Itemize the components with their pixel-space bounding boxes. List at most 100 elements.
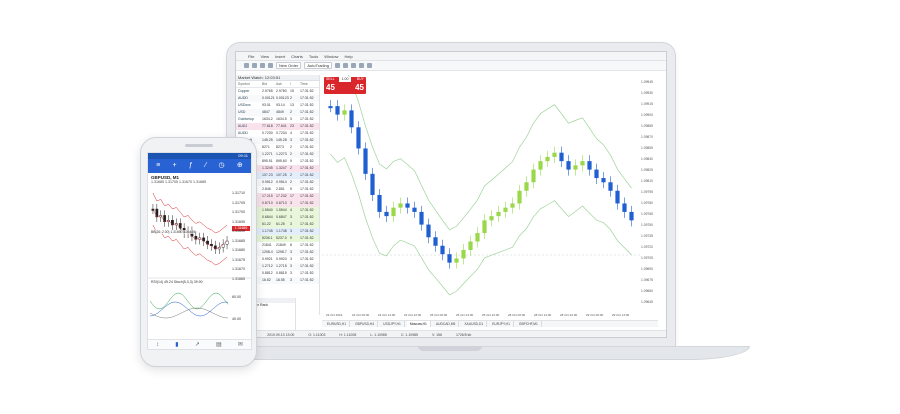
chart-tab-bar: EURUSD,H1 GBPUSD,H4 USDJPY,H1 Moscow,H1 AUDC… <box>322 320 658 327</box>
menu-file[interactable]: File <box>248 52 254 61</box>
chart-tab[interactable]: AUDCAD,M5 <box>433 321 460 327</box>
zoom-out-icon[interactable] <box>367 63 372 68</box>
messages-tab-icon[interactable]: ✉ <box>238 340 243 350</box>
phone: 09:11 ≡ + ƒ ⁄ ◷ ⊕ GBPUSD, M1 1.31685 1.3… <box>140 137 257 367</box>
col-symbol[interactable]: Symbol <box>238 81 262 88</box>
menu-insert[interactable]: Insert <box>275 52 285 61</box>
col-spread[interactable]: ! <box>290 81 300 88</box>
menu-tools[interactable]: Tools <box>309 52 318 61</box>
cell-spread: 17 <box>290 194 294 198</box>
cell-spread: 3 <box>290 138 292 142</box>
cell-ask: 0.8713 <box>276 201 287 205</box>
cell-bid: 0.8812 <box>262 271 273 275</box>
cell-ask: 1.1748 <box>276 229 287 233</box>
cell-time: 17:31:52 <box>300 103 314 107</box>
col-ask[interactable]: Ask <box>276 81 290 88</box>
cell-time: 17:31:52 <box>300 89 314 93</box>
bar-chart-icon[interactable] <box>335 63 340 68</box>
candle-body <box>363 148 368 174</box>
new-chart-icon[interactable] <box>244 63 249 68</box>
col-bid[interactable]: Bid <box>262 81 276 88</box>
sell-label[interactable]: SELL <box>326 77 335 82</box>
profiles-icon[interactable] <box>252 63 257 68</box>
market-watch-row[interactable]: AUDJ 77.618 77.641 23 17:31:52 <box>236 123 319 130</box>
menu-help[interactable]: Help <box>344 52 352 61</box>
chart-tab-icon[interactable]: ▮ <box>175 340 178 350</box>
candle-body <box>356 127 361 149</box>
time-axis-label: 24 Oct 22:00 <box>404 313 422 317</box>
bands-label: BB(20, 2.00) 1.31690 1.31675 <box>151 230 196 234</box>
col-time[interactable]: Time <box>300 81 314 88</box>
cell-spread: 9 <box>290 236 292 240</box>
cell-symbol: Goldvelop <box>238 117 254 121</box>
zoom-in-icon[interactable] <box>359 63 364 68</box>
candle-body <box>615 190 620 204</box>
upper-band <box>347 75 632 231</box>
crosshair-icon[interactable]: + <box>173 159 177 173</box>
price-axis-label: 1.09720 <box>641 245 653 249</box>
time-axis-label: 24 Oct 06:00 <box>352 313 370 317</box>
buy-label[interactable]: BUY <box>357 77 364 82</box>
cell-bid: 0.8710 <box>262 201 273 205</box>
candle-chart-icon[interactable] <box>343 63 348 68</box>
lot-input[interactable]: 1.00 <box>339 77 351 82</box>
market-watch-icon[interactable] <box>260 63 265 68</box>
menu-charts[interactable]: Charts <box>291 52 303 61</box>
market-watch-row[interactable]: USD 4847 4849 2 17:31:52 <box>236 109 319 116</box>
cell-symbol: AUDD <box>238 131 248 135</box>
chart-tab[interactable]: USDJPY,H1 <box>380 321 405 327</box>
timeframe-icon[interactable]: ◷ <box>219 159 225 173</box>
candle-body <box>594 169 599 179</box>
chart-tab[interactable]: GBPUSD,H4 <box>352 321 379 327</box>
cell-ask: 0.00123 <box>276 96 289 100</box>
market-watch-row[interactable]: AUDD 0.00121 0.00123 2 17:31:52 <box>236 95 319 102</box>
line-chart-icon[interactable] <box>351 63 356 68</box>
chart-tab[interactable]: EURUSD,H1 <box>324 321 351 327</box>
indicators-icon[interactable]: ƒ <box>189 159 193 173</box>
phone-upper-band <box>152 192 228 234</box>
time-axis-label: 28 Oct 06:00 <box>508 313 526 317</box>
chart-tab[interactable]: GBPCHF,M1 <box>516 321 542 327</box>
quotes-tab-icon[interactable]: ↕ <box>156 340 159 350</box>
menu-icon[interactable]: ≡ <box>156 159 160 173</box>
chart-tab[interactable]: Moscow,H1 <box>406 321 431 327</box>
candle-body <box>475 233 480 242</box>
cell-spread: 3 <box>290 229 292 233</box>
status-bar: Default2019.09.13 13:00O: 1.11003H: 1.11… <box>236 330 666 337</box>
price-axis-label: 1.09795 <box>641 190 653 194</box>
ind-axis-high: 60.00 <box>232 295 241 299</box>
new-order-button[interactable]: New Order <box>276 62 302 69</box>
market-watch-row[interactable]: USDxxx 93.01 93.14 13 17:31:52 <box>236 102 319 109</box>
price-axis-label: 1.09735 <box>641 234 653 238</box>
market-watch-row[interactable]: AUDD 0.7230 0.7234 4 17:31:52 <box>236 130 319 137</box>
status-field: H: 1.11008 <box>339 332 357 337</box>
cell-bid: 0.00121 <box>262 96 275 100</box>
cell-spread: 2 <box>290 173 292 177</box>
cell-time: 17:31:52 <box>300 257 314 261</box>
price-axis-label: 1.09900 <box>641 113 653 117</box>
sell-price-button[interactable]: 45 <box>326 83 335 93</box>
cell-time: 17:31:52 <box>300 159 314 163</box>
market-watch-row[interactable]: Goldvelop 1634.2 1634.5 3 17:31:52 <box>236 116 319 123</box>
autotrading-button[interactable]: AutoTrading <box>304 62 332 69</box>
menu-window[interactable]: Window <box>324 52 338 61</box>
main-chart[interactable]: 1.09945 1.09930 1.09915 1.09900 1.09885 1.098… <box>322 75 658 318</box>
buy-price-button[interactable]: 45 <box>355 83 364 93</box>
cell-bid: 0.7230 <box>262 131 273 135</box>
objects-icon[interactable]: ⁄ <box>205 159 206 173</box>
phone-speaker <box>185 144 213 147</box>
price-axis-label: 1.09825 <box>641 168 653 172</box>
status-field: L: 1.10985 <box>370 332 387 337</box>
indicator-line <box>149 301 229 317</box>
chart-tab[interactable]: EURJPY,H1 <box>489 321 514 327</box>
status-field: V: 156 <box>431 332 442 337</box>
trade-tab-icon[interactable]: ↗ <box>195 340 200 350</box>
navigator-icon[interactable] <box>268 63 273 68</box>
chart-tab[interactable]: XAUUSD,D1 <box>461 321 488 327</box>
menu-view[interactable]: View <box>260 52 269 61</box>
cell-time: 17:31:52 <box>300 145 314 149</box>
market-watch-row[interactable]: Copper 2.9765 2.9780 15 17:31:52 <box>236 88 319 95</box>
cell-spread: 3 <box>290 117 292 121</box>
history-tab-icon[interactable]: ▤ <box>216 340 222 350</box>
new-order-icon[interactable]: ⊕ <box>237 159 243 173</box>
